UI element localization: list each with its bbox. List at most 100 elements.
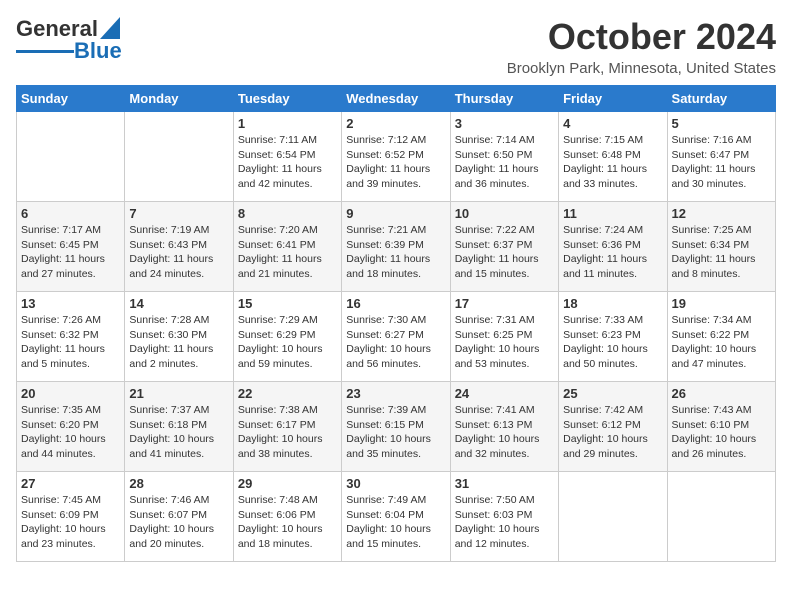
day-number: 26 [672, 386, 771, 401]
weekday-header-friday: Friday [559, 86, 667, 112]
calendar-cell: 28 Sunrise: 7:46 AM Sunset: 6:07 PM Dayli… [125, 472, 233, 562]
day-info: Sunrise: 7:42 AM Sunset: 6:12 PM Dayligh… [563, 403, 662, 462]
calendar-cell: 3 Sunrise: 7:14 AM Sunset: 6:50 PM Daylig… [450, 112, 558, 202]
day-number: 4 [563, 116, 662, 131]
logo-blue: Blue [74, 38, 122, 64]
day-number: 10 [455, 206, 554, 221]
calendar-cell: 26 Sunrise: 7:43 AM Sunset: 6:10 PM Dayli… [667, 382, 775, 472]
calendar-cell [559, 472, 667, 562]
week-row-4: 20 Sunrise: 7:35 AM Sunset: 6:20 PM Dayli… [17, 382, 776, 472]
day-info: Sunrise: 7:31 AM Sunset: 6:25 PM Dayligh… [455, 313, 554, 372]
title-block: October 2024 Brooklyn Park, Minnesota, U… [507, 16, 776, 77]
calendar-cell: 10 Sunrise: 7:22 AM Sunset: 6:37 PM Dayli… [450, 202, 558, 292]
day-number: 20 [21, 386, 120, 401]
day-info: Sunrise: 7:34 AM Sunset: 6:22 PM Dayligh… [672, 313, 771, 372]
day-info: Sunrise: 7:19 AM Sunset: 6:43 PM Dayligh… [129, 223, 228, 282]
calendar-cell [667, 472, 775, 562]
week-row-5: 27Sunrise: 7:45 AM Sunset: 6:09 PM Dayli… [17, 472, 776, 562]
day-number: 23 [346, 386, 445, 401]
calendar-cell: 5Sunrise: 7:16 AM Sunset: 6:47 PM Daylig… [667, 112, 775, 202]
weekday-header-tuesday: Tuesday [233, 86, 341, 112]
day-info: Sunrise: 7:35 AM Sunset: 6:20 PM Dayligh… [21, 403, 120, 462]
calendar-cell: 30Sunrise: 7:49 AM Sunset: 6:04 PM Dayli… [342, 472, 450, 562]
calendar-cell: 9Sunrise: 7:21 AM Sunset: 6:39 PM Daylig… [342, 202, 450, 292]
calendar-cell: 21 Sunrise: 7:37 AM Sunset: 6:18 PM Dayli… [125, 382, 233, 472]
calendar-cell: 25Sunrise: 7:42 AM Sunset: 6:12 PM Dayli… [559, 382, 667, 472]
day-number: 6 [21, 206, 120, 221]
calendar-cell: 1Sunrise: 7:11 AM Sunset: 6:54 PM Daylig… [233, 112, 341, 202]
month-title: October 2024 [507, 16, 776, 58]
calendar-cell: 18 Sunrise: 7:33 AM Sunset: 6:23 PM Dayli… [559, 292, 667, 382]
day-info: Sunrise: 7:33 AM Sunset: 6:23 PM Dayligh… [563, 313, 662, 372]
day-number: 12 [672, 206, 771, 221]
day-number: 17 [455, 296, 554, 311]
day-number: 18 [563, 296, 662, 311]
calendar-cell: 22 Sunrise: 7:38 AM Sunset: 6:17 PM Dayli… [233, 382, 341, 472]
weekday-header-sunday: Sunday [17, 86, 125, 112]
day-number: 5 [672, 116, 771, 131]
day-info: Sunrise: 7:20 AM Sunset: 6:41 PM Dayligh… [238, 223, 337, 282]
calendar-cell: 11Sunrise: 7:24 AM Sunset: 6:36 PM Dayli… [559, 202, 667, 292]
weekday-header-row: SundayMondayTuesdayWednesdayThursdayFrid… [17, 86, 776, 112]
day-info: Sunrise: 7:22 AM Sunset: 6:37 PM Dayligh… [455, 223, 554, 282]
calendar-table: SundayMondayTuesdayWednesdayThursdayFrid… [16, 85, 776, 562]
day-number: 11 [563, 206, 662, 221]
day-number: 31 [455, 476, 554, 491]
day-info: Sunrise: 7:28 AM Sunset: 6:30 PM Dayligh… [129, 313, 228, 372]
day-info: Sunrise: 7:48 AM Sunset: 6:06 PM Dayligh… [238, 493, 337, 552]
day-info: Sunrise: 7:37 AM Sunset: 6:18 PM Dayligh… [129, 403, 228, 462]
day-info: Sunrise: 7:21 AM Sunset: 6:39 PM Dayligh… [346, 223, 445, 282]
calendar-cell: 20 Sunrise: 7:35 AM Sunset: 6:20 PM Dayli… [17, 382, 125, 472]
calendar-cell [125, 112, 233, 202]
day-number: 22 [238, 386, 337, 401]
day-info: Sunrise: 7:11 AM Sunset: 6:54 PM Dayligh… [238, 133, 337, 192]
day-number: 7 [129, 206, 228, 221]
calendar-cell [17, 112, 125, 202]
day-number: 29 [238, 476, 337, 491]
calendar-cell: 23 Sunrise: 7:39 AM Sunset: 6:15 PM Dayli… [342, 382, 450, 472]
day-number: 15 [238, 296, 337, 311]
day-info: Sunrise: 7:12 AM Sunset: 6:52 PM Dayligh… [346, 133, 445, 192]
weekday-header-saturday: Saturday [667, 86, 775, 112]
day-number: 28 [129, 476, 228, 491]
day-info: Sunrise: 7:46 AM Sunset: 6:07 PM Dayligh… [129, 493, 228, 552]
calendar-cell: 16 Sunrise: 7:30 AM Sunset: 6:27 PM Dayli… [342, 292, 450, 382]
day-info: Sunrise: 7:39 AM Sunset: 6:15 PM Dayligh… [346, 403, 445, 462]
day-info: Sunrise: 7:30 AM Sunset: 6:27 PM Dayligh… [346, 313, 445, 372]
day-number: 21 [129, 386, 228, 401]
calendar-cell: 8 Sunrise: 7:20 AM Sunset: 6:41 PM Daylig… [233, 202, 341, 292]
day-number: 16 [346, 296, 445, 311]
day-info: Sunrise: 7:45 AM Sunset: 6:09 PM Dayligh… [21, 493, 120, 552]
weekday-header-monday: Monday [125, 86, 233, 112]
calendar-cell: 15 Sunrise: 7:29 AM Sunset: 6:29 PM Dayli… [233, 292, 341, 382]
calendar-cell: 27Sunrise: 7:45 AM Sunset: 6:09 PM Dayli… [17, 472, 125, 562]
calendar-cell: 17 Sunrise: 7:31 AM Sunset: 6:25 PM Dayli… [450, 292, 558, 382]
calendar-cell: 12 Sunrise: 7:25 AM Sunset: 6:34 PM Dayli… [667, 202, 775, 292]
day-info: Sunrise: 7:38 AM Sunset: 6:17 PM Dayligh… [238, 403, 337, 462]
page-header: General Blue October 2024 Brooklyn Park,… [16, 16, 776, 77]
calendar-cell: 14Sunrise: 7:28 AM Sunset: 6:30 PM Dayli… [125, 292, 233, 382]
day-number: 2 [346, 116, 445, 131]
logo-underline [16, 50, 74, 53]
calendar-cell: 24 Sunrise: 7:41 AM Sunset: 6:13 PM Dayli… [450, 382, 558, 472]
calendar-cell: 19 Sunrise: 7:34 AM Sunset: 6:22 PM Dayli… [667, 292, 775, 382]
day-info: Sunrise: 7:15 AM Sunset: 6:48 PM Dayligh… [563, 133, 662, 192]
calendar-cell: 7 Sunrise: 7:19 AM Sunset: 6:43 PM Daylig… [125, 202, 233, 292]
calendar-cell: 6Sunrise: 7:17 AM Sunset: 6:45 PM Daylig… [17, 202, 125, 292]
day-number: 3 [455, 116, 554, 131]
day-number: 8 [238, 206, 337, 221]
day-info: Sunrise: 7:41 AM Sunset: 6:13 PM Dayligh… [455, 403, 554, 462]
day-info: Sunrise: 7:43 AM Sunset: 6:10 PM Dayligh… [672, 403, 771, 462]
weekday-header-thursday: Thursday [450, 86, 558, 112]
calendar-cell: 31 Sunrise: 7:50 AM Sunset: 6:03 PM Dayli… [450, 472, 558, 562]
day-info: Sunrise: 7:26 AM Sunset: 6:32 PM Dayligh… [21, 313, 120, 372]
day-number: 30 [346, 476, 445, 491]
week-row-1: 1Sunrise: 7:11 AM Sunset: 6:54 PM Daylig… [17, 112, 776, 202]
day-number: 24 [455, 386, 554, 401]
day-number: 19 [672, 296, 771, 311]
location-subtitle: Brooklyn Park, Minnesota, United States [507, 60, 776, 77]
day-info: Sunrise: 7:14 AM Sunset: 6:50 PM Dayligh… [455, 133, 554, 192]
day-info: Sunrise: 7:25 AM Sunset: 6:34 PM Dayligh… [672, 223, 771, 282]
day-info: Sunrise: 7:29 AM Sunset: 6:29 PM Dayligh… [238, 313, 337, 372]
day-info: Sunrise: 7:50 AM Sunset: 6:03 PM Dayligh… [455, 493, 554, 552]
